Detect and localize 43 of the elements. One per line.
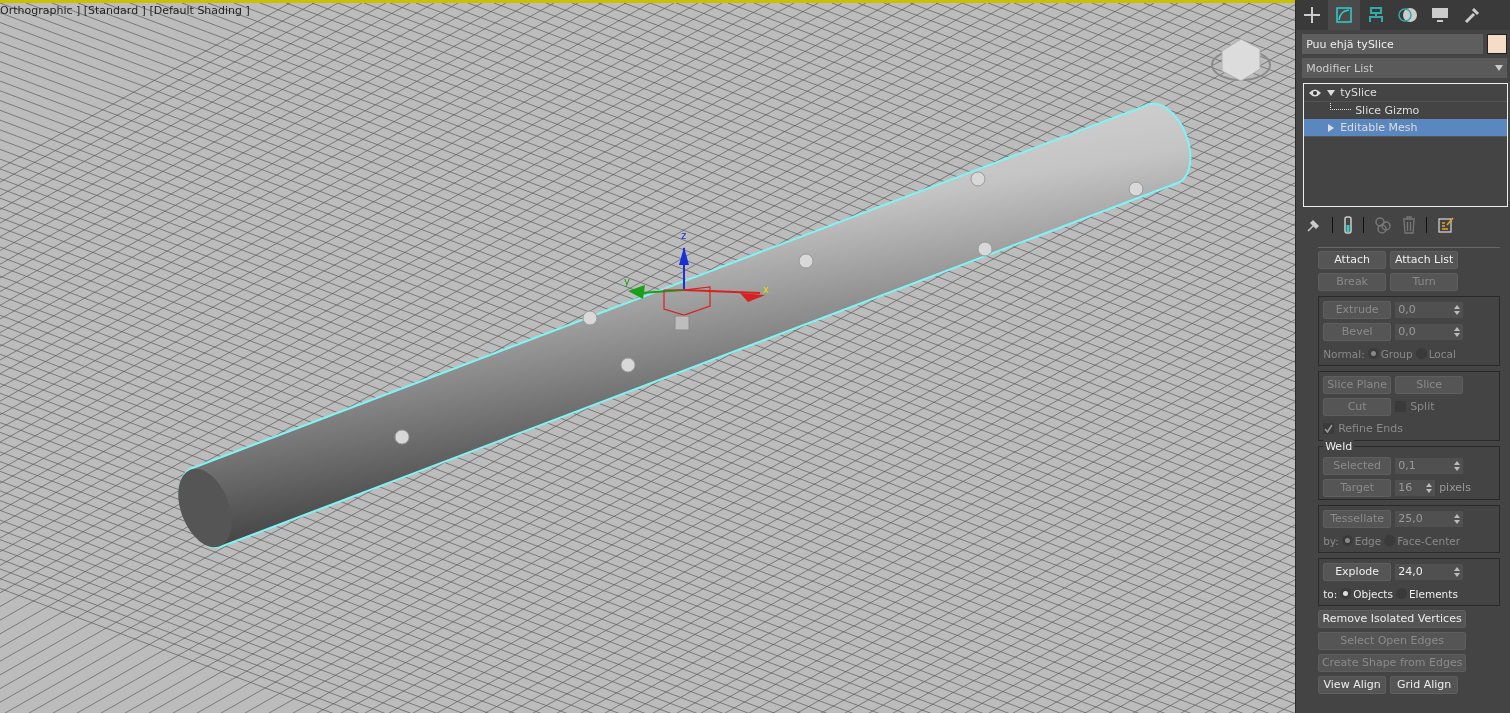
radio-group-label: Normal: [1323,347,1365,360]
log-drawing[interactable] [178,102,1192,549]
modifier-list-dropdown[interactable]: Modifier List [1302,58,1507,78]
spinner-arrows-icon[interactable] [1426,482,1433,493]
dropdown-caret-icon[interactable] [1495,65,1503,71]
axis-label: z [681,230,687,241]
configure-icon[interactable] [1437,216,1456,234]
tool-button[interactable]: Attach [1318,250,1387,269]
radio-group-label: by: [1323,534,1339,547]
modify-icon[interactable] [1328,0,1361,30]
modifier-stack-item[interactable]: tySlice [1304,84,1507,102]
unit-label: pixels [1439,481,1471,494]
spinner-arrows-icon[interactable] [1454,513,1461,524]
object-name-field[interactable]: Puu ehjä tySlice [1302,34,1483,54]
eye-icon[interactable] [1308,87,1323,98]
tool-button[interactable]: Explode [1323,562,1392,581]
circles-icon [1374,216,1393,234]
axis-label: x [763,284,769,295]
spinner-field[interactable]: 24,0 [1395,563,1464,580]
group-title: Weld [1323,440,1355,453]
radio-option[interactable]: Elements [1395,587,1458,600]
viewport-label[interactable]: Orthographic ] [Standard ] [Default Shading ] [0,4,250,17]
transform-gizmo-drawing[interactable] [628,247,765,331]
checkmark-icon [1324,424,1334,433]
viewport[interactable]: z y x Orthographic ] [Standard ] [Default Shading ] [0,0,1296,713]
object-color-swatch[interactable] [1487,34,1507,54]
spinner-arrows-icon[interactable] [1454,304,1461,315]
modifier-stack-item[interactable]: Editable Mesh [1304,119,1507,137]
test-tube-icon[interactable] [1343,216,1354,234]
radio-option[interactable]: Objects [1340,587,1393,600]
modifier-stack-subitem[interactable]: Slice Gizmo [1304,102,1507,119]
tool-button[interactable]: Remove Isolated Vertices [1318,609,1467,628]
tool-button[interactable]: Attach List [1390,250,1459,269]
spinner-arrows-icon[interactable] [1454,460,1461,471]
axis-label: y [624,276,630,287]
radio-group-label: to: [1323,587,1338,600]
tool-button[interactable]: Grid Align [1390,675,1459,694]
viewcube-drawing[interactable] [1211,38,1271,82]
tool-button[interactable]: View Align [1318,675,1387,694]
spinner-arrows-icon[interactable] [1454,566,1461,577]
collapse-arrow-icon[interactable] [1326,87,1337,98]
trash-icon [1402,216,1417,234]
spinner-arrows-icon[interactable] [1454,326,1461,337]
